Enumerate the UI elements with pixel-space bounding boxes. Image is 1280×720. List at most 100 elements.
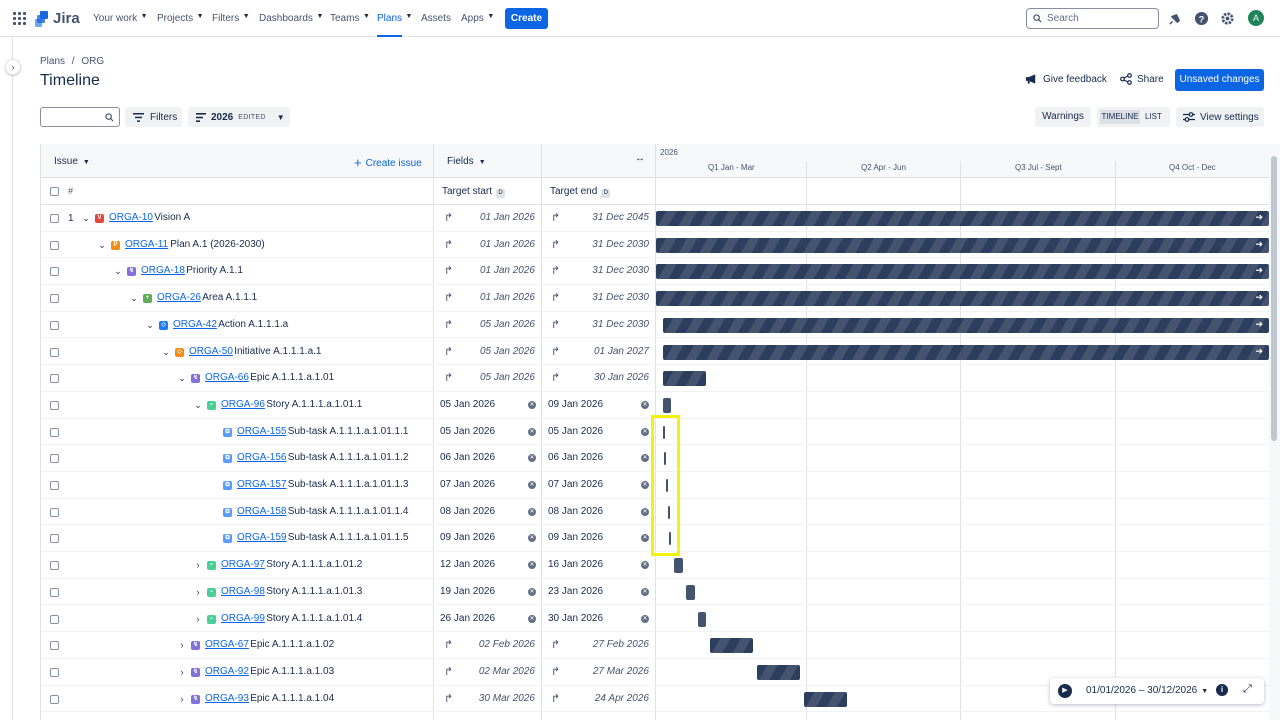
select-all-checkbox[interactable] bbox=[50, 187, 59, 196]
target-end-value[interactable]: 09 Jan 2026 bbox=[548, 399, 618, 410]
target-start-value[interactable]: 30 Mar 2026 bbox=[465, 693, 535, 704]
target-end-value[interactable]: 30 Jan 2026 bbox=[579, 372, 649, 383]
row-checkbox[interactable] bbox=[50, 240, 59, 250]
issue-key-link[interactable]: ORGA-26 bbox=[157, 292, 201, 303]
table-row[interactable]: ⌄ + ORGA-26 Area A.1.1.1 ↱ 01 Jan 2026 ↱ 31 Dec… bbox=[41, 285, 1269, 312]
chevron-down-icon[interactable]: ⌄ bbox=[193, 400, 203, 411]
scenario-selector[interactable]: 2026 EDITED ▼ bbox=[188, 107, 290, 127]
row-checkbox[interactable] bbox=[50, 267, 59, 277]
breadcrumb-plans[interactable]: Plans bbox=[40, 56, 65, 67]
clear-date-icon[interactable]: ✕ bbox=[528, 534, 536, 543]
user-avatar[interactable]: A bbox=[1248, 10, 1264, 26]
clear-date-icon[interactable]: ✕ bbox=[641, 454, 649, 463]
row-checkbox[interactable] bbox=[50, 694, 59, 704]
timeline-search-input[interactable] bbox=[40, 107, 120, 127]
breadcrumb-org[interactable]: ORG bbox=[81, 56, 104, 67]
chevron-right-icon[interactable]: › bbox=[177, 694, 187, 704]
chevron-right-icon[interactable]: › bbox=[177, 640, 187, 650]
timeline-bar[interactable] bbox=[674, 558, 683, 574]
chevron-down-icon[interactable]: ⌄ bbox=[161, 347, 171, 358]
settings-gear-icon[interactable] bbox=[1220, 11, 1235, 26]
row-checkbox[interactable] bbox=[50, 507, 59, 517]
row-checkbox[interactable] bbox=[50, 294, 59, 304]
timeline-bar[interactable] bbox=[686, 584, 695, 600]
target-start-header[interactable]: Target start D bbox=[442, 186, 506, 198]
timeline-bar[interactable]: ➔ bbox=[656, 291, 1269, 307]
target-end-value[interactable]: 05 Jan 2026 bbox=[548, 426, 618, 437]
row-checkbox[interactable] bbox=[50, 667, 59, 677]
target-end-value[interactable]: 27 Feb 2026 bbox=[579, 639, 649, 650]
row-checkbox[interactable] bbox=[50, 214, 59, 223]
row-checkbox[interactable] bbox=[50, 534, 59, 544]
issue-key-link[interactable]: ORGA-50 bbox=[189, 346, 233, 357]
row-checkbox[interactable] bbox=[50, 374, 59, 384]
target-start-value[interactable]: 05 Jan 2026 bbox=[465, 372, 535, 383]
clear-date-icon[interactable]: ✕ bbox=[641, 587, 649, 596]
issue-column-header[interactable]: Issue ▼ bbox=[54, 156, 90, 167]
target-end-value[interactable]: 31 Dec 2030 bbox=[579, 265, 649, 276]
timeline-bar[interactable]: ➔ bbox=[656, 211, 1269, 226]
target-end-value[interactable]: 06 Jan 2026 bbox=[548, 452, 618, 463]
table-row[interactable]: ⌄ ↯ ORGA-18 Priority A.1.1 ↱ 01 Jan 2026 ↱ 31 D… bbox=[41, 258, 1269, 286]
list-view-tab[interactable]: LIST bbox=[1145, 110, 1162, 124]
issue-key-link[interactable]: ORGA-98 bbox=[221, 586, 265, 597]
fields-dropdown[interactable]: Fields ▼ bbox=[447, 156, 486, 167]
vertical-scrollbar[interactable] bbox=[1269, 144, 1280, 720]
issue-key-link[interactable]: ORGA-11 bbox=[125, 239, 168, 250]
target-start-value[interactable]: 02 Feb 2026 bbox=[465, 639, 535, 650]
table-row[interactable]: › ↯ ORGA-67 Epic A.1.1.1.a.1.02 ↱ 02 Feb 2026… bbox=[41, 632, 1269, 659]
filters-button[interactable]: Filters bbox=[125, 107, 182, 127]
issue-key-link[interactable]: ORGA-66 bbox=[205, 372, 249, 383]
timeline-bar[interactable] bbox=[662, 371, 707, 387]
target-start-value[interactable]: 06 Jan 2026 bbox=[440, 452, 510, 463]
clear-date-icon[interactable]: ✕ bbox=[641, 481, 649, 489]
nav-projects[interactable]: Projects ▼ bbox=[157, 13, 204, 24]
row-checkbox[interactable] bbox=[50, 561, 59, 571]
create-button[interactable]: Create bbox=[505, 8, 548, 29]
target-start-value[interactable]: 01 Jan 2026 bbox=[465, 239, 535, 250]
issue-key-link[interactable]: ORGA-67 bbox=[205, 639, 249, 650]
issue-key-link[interactable]: ORGA-92 bbox=[205, 666, 249, 677]
clear-date-icon[interactable]: ✕ bbox=[641, 400, 649, 409]
table-row[interactable]: ⌄ ◇ ORGA-50 Initiative A.1.1.1.a.1 ↱ 05 Jan 2… bbox=[41, 339, 1269, 366]
row-checkbox[interactable] bbox=[50, 400, 59, 410]
target-end-value[interactable]: 31 Dec 2030 bbox=[579, 239, 649, 250]
app-switcher-icon[interactable] bbox=[13, 12, 26, 25]
table-row[interactable]: › ▪ ORGA-98 Story A.1.1.1.a.1.01.3 19 Jan 20… bbox=[41, 579, 1269, 606]
chevron-down-icon[interactable]: ⌄ bbox=[129, 293, 139, 304]
clear-date-icon[interactable]: ✕ bbox=[528, 507, 536, 516]
clear-date-icon[interactable]: ✕ bbox=[528, 400, 536, 409]
share-button[interactable]: Share bbox=[1120, 73, 1164, 85]
play-icon[interactable]: ▶ bbox=[1058, 684, 1072, 698]
target-end-value[interactable]: 16 Jan 2026 bbox=[548, 559, 618, 570]
issue-key-link[interactable]: ORGA-10 bbox=[109, 212, 153, 223]
timeline-bar[interactable] bbox=[756, 664, 801, 680]
give-feedback-button[interactable]: Give feedback bbox=[1025, 73, 1107, 85]
target-end-value[interactable]: 31 Dec 2030 bbox=[579, 292, 649, 303]
row-checkbox[interactable] bbox=[50, 614, 59, 624]
table-row[interactable]: ⌄ ↯ ORGA-66 Epic A.1.1.1.a.1.01 ↱ 05 Jan 2026… bbox=[41, 365, 1269, 392]
table-row[interactable]: › ▪ ORGA-97 Story A.1.1.1.a.1.01.2 12 Jan 20… bbox=[41, 552, 1269, 579]
clear-date-icon[interactable]: ✕ bbox=[528, 454, 536, 463]
table-row[interactable]: ⌄ P ORGA-11 Plan A.1 (2026-2030) ↱ 01 Jan 202… bbox=[41, 232, 1269, 259]
target-start-value[interactable]: 12 Jan 2026 bbox=[440, 559, 510, 570]
create-issue-button[interactable]: + Create issue bbox=[354, 155, 422, 170]
row-checkbox[interactable] bbox=[50, 427, 59, 437]
target-start-value[interactable]: 02 Mar 2026 bbox=[465, 666, 535, 677]
issue-key-link[interactable]: ORGA-97 bbox=[221, 559, 265, 570]
chevron-down-icon[interactable]: ⌄ bbox=[113, 266, 123, 277]
target-end-value[interactable]: 30 Jan 2026 bbox=[548, 613, 618, 624]
target-start-value[interactable]: 01 Jan 2026 bbox=[465, 265, 535, 276]
clear-date-icon[interactable]: ✕ bbox=[641, 614, 649, 623]
nav-your-work[interactable]: Your work ▼ bbox=[93, 13, 148, 24]
target-start-value[interactable]: 07 Jan 2026 bbox=[440, 479, 510, 490]
clear-date-icon[interactable]: ✕ bbox=[641, 427, 649, 436]
target-end-value[interactable]: 23 Jan 2026 bbox=[548, 586, 618, 597]
row-checkbox[interactable] bbox=[50, 641, 59, 651]
notifications-icon[interactable] bbox=[1168, 11, 1183, 26]
target-end-value[interactable]: 31 Dec 2030 bbox=[579, 319, 649, 330]
clear-date-icon[interactable]: ✕ bbox=[528, 561, 536, 570]
timeline-bar[interactable] bbox=[709, 638, 754, 654]
jira-logo[interactable]: Jira bbox=[35, 10, 80, 27]
chevron-down-icon[interactable]: ⌄ bbox=[145, 320, 155, 331]
